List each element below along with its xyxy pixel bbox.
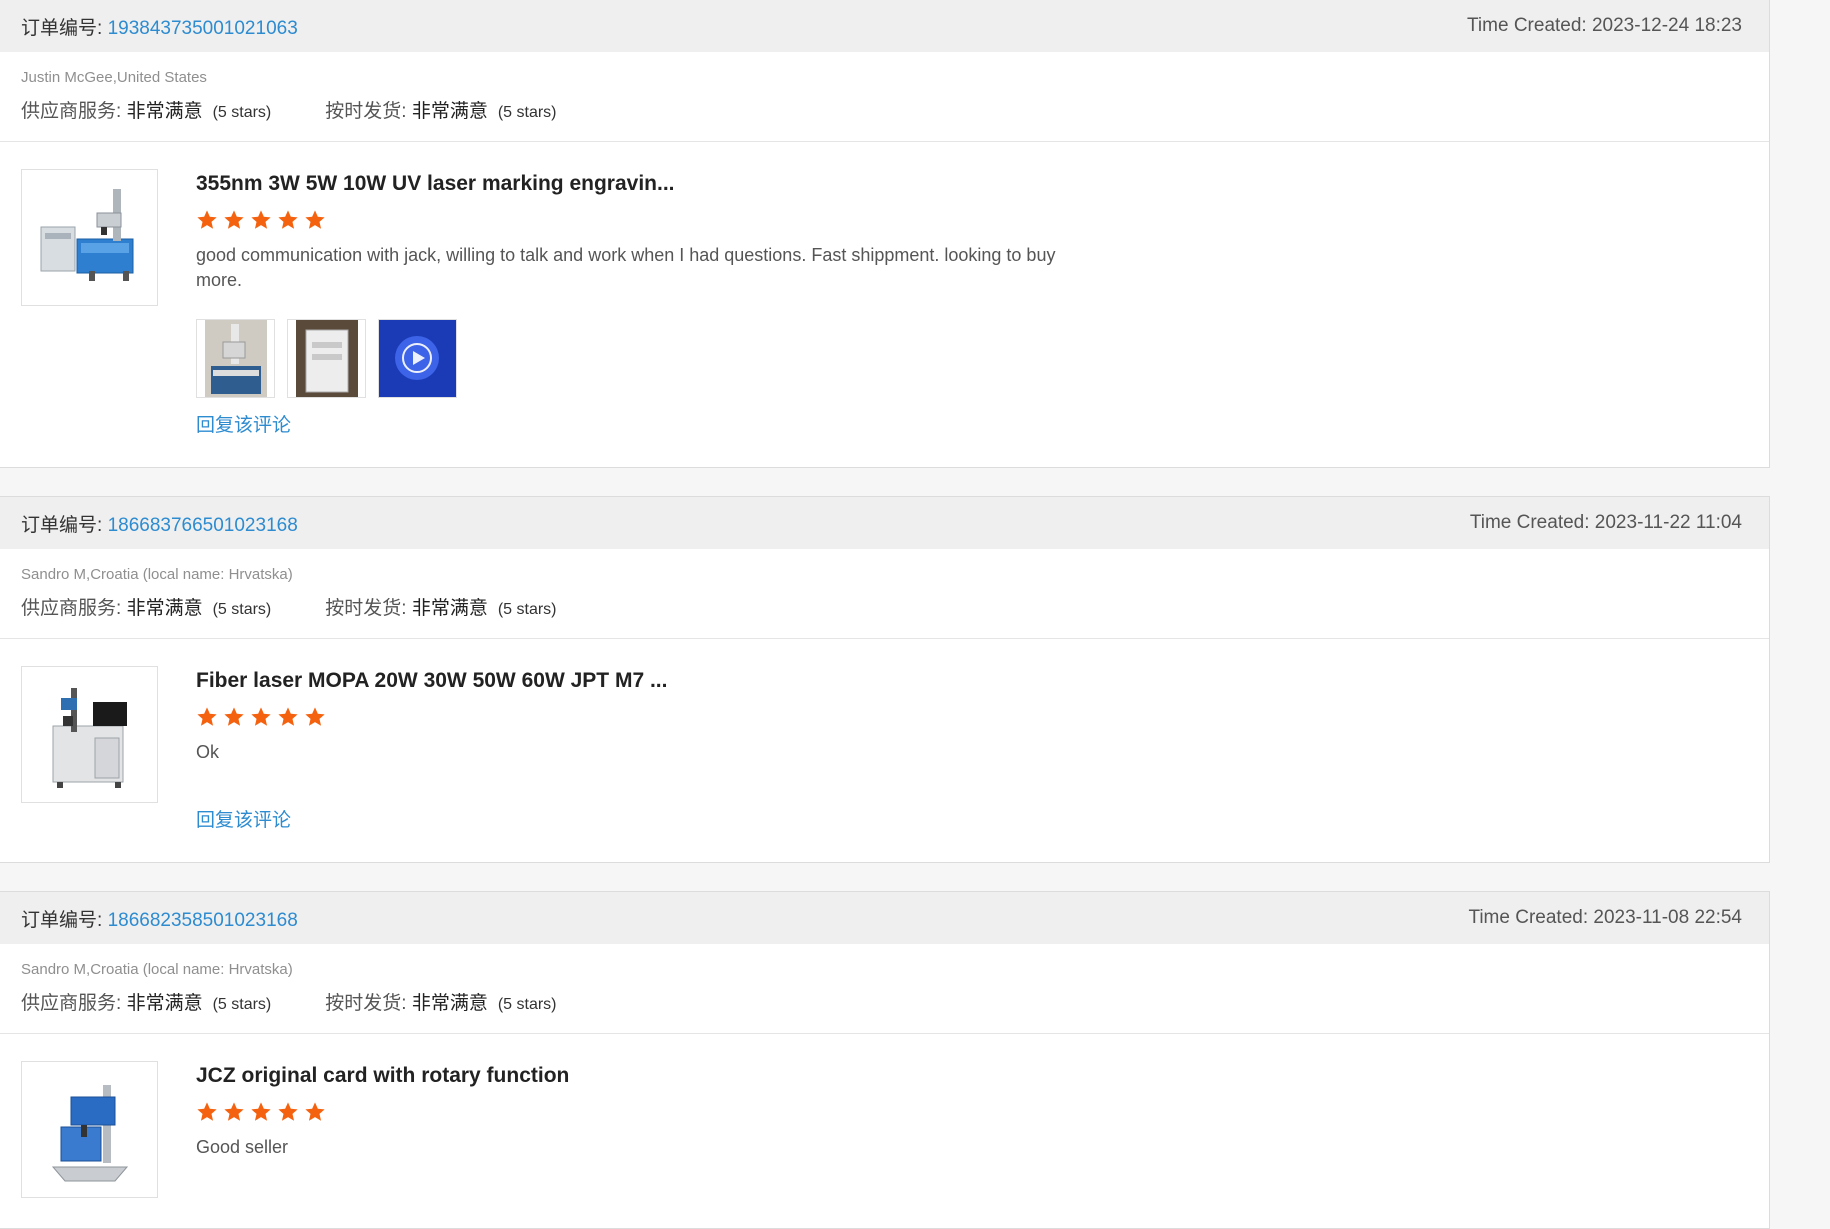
service-ratings: 供应商服务: 非常满意 (5 stars) 按时发货: 非常满意 (5 star… — [21, 593, 1748, 620]
star-icon — [250, 1101, 272, 1123]
star-icon — [223, 706, 245, 728]
review-header: 订单编号: 186682358501023168 Time Created: 2… — [0, 892, 1769, 944]
review-card: 订单编号: 193843735001021063 Time Created: 2… — [0, 0, 1770, 468]
star-icon — [277, 209, 299, 231]
delivery-stars: (5 stars) — [497, 601, 557, 618]
review-content: 355nm 3W 5W 10W UV laser marking engravi… — [196, 169, 1086, 437]
order-number-link[interactable]: 193843735001021063 — [108, 18, 298, 39]
rating-stars — [196, 1101, 1086, 1123]
product-image[interactable] — [21, 169, 158, 306]
product-image[interactable] — [21, 1061, 158, 1198]
supplier-service-stars: (5 stars) — [212, 601, 272, 618]
star-icon — [304, 209, 326, 231]
order-number: 订单编号: 193843735001021063 — [21, 13, 298, 40]
time-created-value: 2023-11-08 22:54 — [1593, 907, 1742, 928]
star-icon — [196, 209, 218, 231]
buyer-info: Sandro M,Croatia (local name: Hrvatska) … — [0, 549, 1769, 639]
time-created-label: Time Created: — [1469, 512, 1590, 533]
review-card: 订单编号: 186682358501023168 Time Created: 2… — [0, 891, 1770, 1229]
supplier-service-label: 供应商服务: — [21, 598, 122, 619]
star-icon — [196, 1101, 218, 1123]
time-created: Time Created: 2023-12-24 18:23 — [1467, 15, 1742, 37]
review-content: Fiber laser MOPA 20W 30W 50W 60W JPT M7 … — [196, 666, 1086, 832]
review-video[interactable] — [378, 319, 457, 398]
review-body: 355nm 3W 5W 10W UV laser marking engravi… — [0, 142, 1769, 467]
order-number: 订单编号: 186683766501023168 — [21, 510, 298, 537]
delivery-value: 非常满意 — [411, 993, 488, 1014]
star-icon — [277, 1101, 299, 1123]
order-number-label: 订单编号: — [21, 514, 103, 536]
delivery-value: 非常满意 — [411, 598, 488, 619]
review-comment: Ok — [196, 742, 220, 762]
star-icon — [223, 1101, 245, 1123]
buyer-name: Justin McGee,United States — [21, 69, 207, 86]
supplier-service-label: 供应商服务: — [21, 993, 122, 1014]
review-card: 订单编号: 186683766501023168 Time Created: 2… — [0, 496, 1770, 863]
star-icon — [196, 706, 218, 728]
review-header: 订单编号: 193843735001021063 Time Created: 2… — [0, 0, 1769, 52]
time-created-value: 2023-11-22 11:04 — [1594, 512, 1742, 533]
star-icon — [250, 209, 272, 231]
delivery-label: 按时发货: — [325, 101, 407, 122]
order-number-link[interactable]: 186683766501023168 — [108, 515, 298, 536]
time-created: Time Created: 2023-11-08 22:54 — [1468, 907, 1742, 929]
review-comment: Good seller — [196, 1137, 289, 1157]
buyer-name: Sandro M,Croatia (local name: Hrvatska) — [21, 566, 293, 583]
star-icon — [250, 706, 272, 728]
delivery-stars: (5 stars) — [497, 104, 557, 121]
rating-stars — [196, 209, 1086, 231]
review-photo[interactable] — [196, 319, 275, 398]
rating-stars — [196, 706, 1086, 728]
delivery-label: 按时发货: — [325, 598, 407, 619]
order-number: 订单编号: 186682358501023168 — [21, 905, 298, 932]
review-photo[interactable] — [287, 319, 366, 398]
service-ratings: 供应商服务: 非常满意 (5 stars) 按时发货: 非常满意 (5 star… — [21, 96, 1748, 123]
supplier-service-stars: (5 stars) — [212, 104, 272, 121]
review-comment: good communication with jack, willing to… — [196, 245, 1056, 290]
supplier-service-value: 非常满意 — [126, 993, 203, 1014]
reply-link[interactable]: 回复该评论 — [196, 410, 291, 437]
delivery-label: 按时发货: — [325, 993, 407, 1014]
time-created-label: Time Created: — [1468, 907, 1589, 928]
star-icon — [304, 706, 326, 728]
supplier-service-stars: (5 stars) — [212, 996, 272, 1013]
time-created: Time Created: 2023-11-22 11:04 — [1470, 512, 1742, 534]
product-title[interactable]: JCZ original card with rotary function — [196, 1063, 1086, 1089]
review-body: JCZ original card with rotary function G… — [0, 1034, 1769, 1228]
buyer-info: Justin McGee,United States 供应商服务: 非常满意 (… — [0, 52, 1769, 142]
supplier-service-label: 供应商服务: — [21, 101, 122, 122]
buyer-info: Sandro M,Croatia (local name: Hrvatska) … — [0, 944, 1769, 1034]
product-image[interactable] — [21, 666, 158, 803]
product-title[interactable]: 355nm 3W 5W 10W UV laser marking engravi… — [196, 171, 1086, 197]
order-number-link[interactable]: 186682358501023168 — [108, 910, 298, 931]
product-title[interactable]: Fiber laser MOPA 20W 30W 50W 60W JPT M7 … — [196, 668, 1086, 694]
review-content: JCZ original card with rotary function G… — [196, 1061, 1086, 1198]
time-created-label: Time Created: — [1467, 15, 1587, 36]
star-icon — [277, 706, 299, 728]
review-list: 订单编号: 193843735001021063 Time Created: 2… — [0, 0, 1770, 1229]
time-created-value: 2023-12-24 18:23 — [1591, 15, 1742, 36]
supplier-service-value: 非常满意 — [126, 101, 203, 122]
review-header: 订单编号: 186683766501023168 Time Created: 2… — [0, 497, 1769, 549]
delivery-value: 非常满意 — [411, 101, 488, 122]
review-body: Fiber laser MOPA 20W 30W 50W 60W JPT M7 … — [0, 639, 1769, 862]
buyer-name: Sandro M,Croatia (local name: Hrvatska) — [21, 961, 293, 978]
review-photos — [196, 319, 1086, 398]
service-ratings: 供应商服务: 非常满意 (5 stars) 按时发货: 非常满意 (5 star… — [21, 988, 1748, 1015]
star-icon — [223, 209, 245, 231]
order-number-label: 订单编号: — [21, 17, 103, 39]
star-icon — [304, 1101, 326, 1123]
reply-link[interactable]: 回复该评论 — [196, 805, 291, 832]
delivery-stars: (5 stars) — [497, 996, 557, 1013]
order-number-label: 订单编号: — [21, 909, 103, 931]
supplier-service-value: 非常满意 — [126, 598, 203, 619]
